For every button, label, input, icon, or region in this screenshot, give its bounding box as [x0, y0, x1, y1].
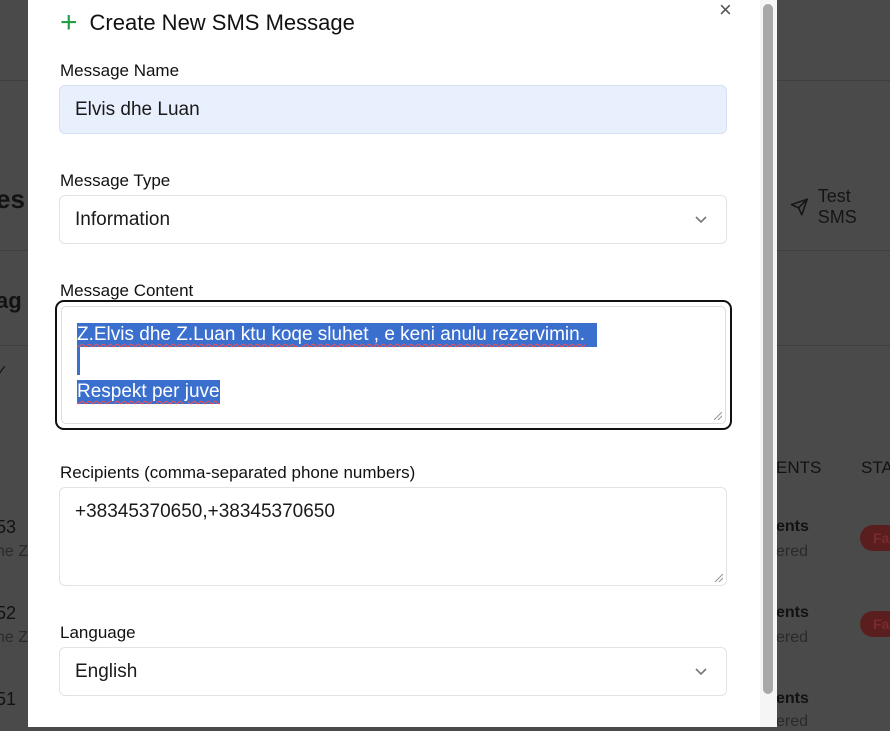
status-badge: Fa: [860, 525, 890, 551]
message-content-label: Message Content: [60, 281, 194, 300]
test-sms-label: Test SMS: [817, 186, 857, 227]
recipients-cell: ents: [776, 518, 809, 535]
status-badge: Fa: [860, 611, 890, 637]
checkbox-fragment: ✓: [0, 362, 8, 378]
test-sms-button[interactable]: Test SMS: [790, 186, 890, 228]
section-heading-fragment: ag: [0, 288, 22, 313]
recipients-label: Recipients (comma-separated phone number…: [60, 463, 416, 482]
content-line: Z.Elvis dhe Z.Luan ktu koqe sluhet , e k…: [77, 323, 597, 347]
column-header-recipients: ENTS: [776, 458, 822, 477]
scrollbar-thumb[interactable]: [763, 4, 773, 694]
message-name-label: Message Name: [60, 61, 180, 80]
content-blank-line: [77, 347, 80, 375]
language-value: English: [75, 661, 138, 682]
table-row[interactable]: 52 he Z: [0, 598, 28, 658]
recipients-cell-sub: ered: [776, 713, 809, 730]
message-name-input[interactable]: Elvis dhe Luan: [59, 85, 727, 134]
chevron-down-icon: [695, 667, 707, 675]
plus-icon: +: [60, 6, 78, 39]
close-icon[interactable]: ×: [719, 0, 732, 21]
message-type-label: Message Type: [60, 171, 171, 190]
modal-title: Create New SMS Message: [89, 10, 355, 35]
recipients-cell-sub: ered: [776, 629, 809, 646]
message-name-value: Elvis dhe Luan: [75, 99, 200, 120]
resize-handle[interactable]: [715, 574, 723, 582]
send-icon: [790, 198, 808, 216]
chevron-down-icon: [695, 215, 707, 223]
recipients-cell-sub: ered: [776, 543, 809, 560]
table-row[interactable]: 51: [0, 684, 28, 727]
language-select[interactable]: English: [59, 647, 727, 696]
content-line: Respekt per juve: [77, 380, 220, 404]
recipients-cell: ents: [776, 690, 809, 707]
message-content-textarea[interactable]: Z.Elvis dhe Z.Luan ktu koqe sluhet , e k…: [55, 300, 732, 430]
modal-header: + Create New SMS Message: [60, 6, 355, 39]
table-row[interactable]: 53 he Z: [0, 512, 28, 572]
recipients-textarea[interactable]: +38345370650,+38345370650: [59, 487, 727, 586]
language-label: Language: [60, 623, 136, 642]
recipients-cell: ents: [776, 604, 809, 621]
message-type-value: Information: [75, 209, 171, 230]
message-type-select[interactable]: Information: [59, 195, 727, 244]
resize-handle[interactable]: [714, 412, 722, 420]
message-content-inner: Z.Elvis dhe Z.Luan ktu koqe sluhet , e k…: [61, 306, 726, 424]
column-header-status: STA: [861, 458, 890, 477]
page-heading-fragment: es: [0, 184, 25, 214]
recipients-value: +38345370650,+38345370650: [75, 501, 335, 522]
message-content-text: Z.Elvis dhe Z.Luan ktu koqe sluhet , e k…: [77, 323, 597, 404]
